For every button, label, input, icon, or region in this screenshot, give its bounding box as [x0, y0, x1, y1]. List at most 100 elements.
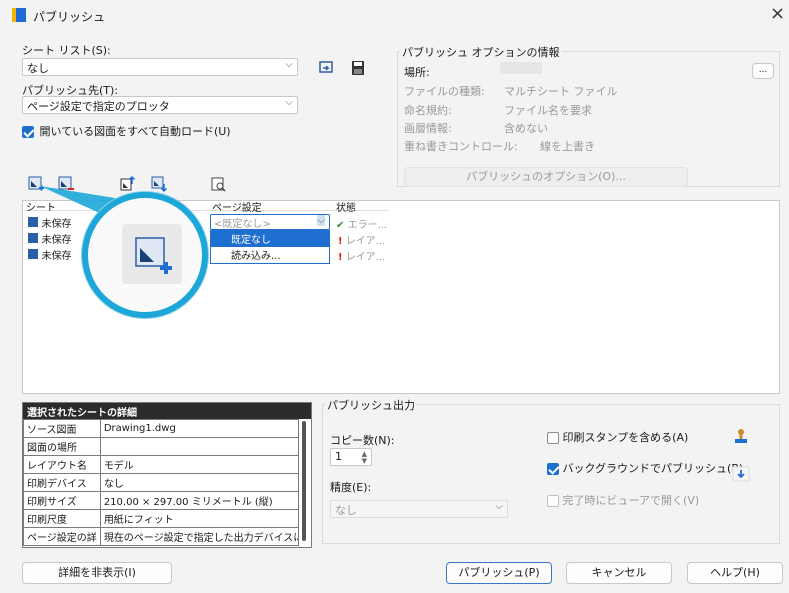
status-cell: ! レイア... — [338, 232, 385, 247]
chevron-down-icon: ⌵ — [495, 501, 503, 512]
publish-options-button[interactable]: パブリッシュのオプション(O)... — [404, 167, 688, 187]
dropdown-option[interactable]: 既定なし — [211, 231, 329, 247]
save-sheet-list-button[interactable] — [347, 57, 367, 77]
status-text: レイア... — [345, 236, 386, 247]
detail-value: 用紙にフィット — [99, 509, 300, 528]
background-publish-checkbox[interactable]: バックグラウンドでパブリッシュ(B) — [547, 460, 743, 476]
detail-value: なし — [99, 473, 300, 492]
status-cell: ✔ エラー... — [336, 216, 387, 231]
detail-label: 印刷デバイス — [23, 473, 101, 492]
save-icon — [352, 61, 364, 75]
copies-value: 1 — [335, 450, 342, 463]
naming-value: ファイル名を要求 — [504, 104, 592, 117]
background-publish-label: バックグラウンドでパブリッシュ(B) — [562, 462, 744, 475]
column-status[interactable]: 状態 — [336, 199, 356, 214]
table-row: ソース図面 Drawing1.dwg — [23, 419, 300, 438]
stamp-icon — [735, 429, 747, 443]
location-label: 場所: — [404, 66, 430, 79]
page-setup-dropdown-list: 既定なし 読み込み... — [210, 230, 330, 264]
location-value-blurred — [500, 62, 542, 74]
checkbox-checked-icon — [547, 463, 559, 475]
spinner-arrows-icon[interactable]: ▲ ▼ — [362, 451, 367, 465]
copies-label: コピー数(N): — [330, 434, 395, 447]
load-sheet-list-button[interactable] — [316, 57, 336, 77]
page-setup-value: <既定なし> — [214, 219, 271, 230]
error-icon: ! — [338, 236, 343, 247]
table-row: 印刷尺度 用紙にフィット — [23, 509, 300, 528]
detail-label: ページ設定の詳 — [23, 527, 101, 546]
sheet-list-value: なし — [27, 62, 49, 75]
detail-label: 印刷サイズ — [23, 491, 101, 510]
table-row: ページ設定の詳 現在のページ設定で指定した出力デバイスに — [23, 527, 300, 546]
include-stamp-label: 印刷スタンプを含める(A) — [562, 431, 689, 444]
detail-label: レイアウト名 — [23, 455, 101, 474]
table-row: 印刷サイズ 210.00 × 297.00 ミリメートル (縦) — [23, 491, 300, 510]
page-setup-select[interactable]: <既定なし> ⌵ — [210, 214, 330, 230]
layer-info-label: 画層情報: — [404, 122, 452, 135]
copies-spinner[interactable]: 1 ▲ ▼ — [330, 448, 372, 466]
details-panel: 選択されたシートの詳細 ソース図面 Drawing1.dwg 図面の場所 レイアウ… — [22, 402, 312, 548]
add-sheets-zoomed-button — [122, 224, 182, 284]
checkbox-icon — [547, 432, 559, 444]
checkbox-checked-icon — [22, 126, 34, 138]
precision-value: なし — [335, 504, 357, 517]
autoload-checkbox[interactable]: 開いている図面をすべて自動ロード(U) — [22, 123, 231, 139]
precision-select[interactable]: なし ⌵ — [330, 500, 508, 518]
details-scrollbar[interactable] — [302, 421, 306, 541]
table-row: レイアウト名 モデル — [23, 455, 300, 474]
status-text: エラー... — [347, 220, 388, 231]
checkbox-icon — [547, 495, 559, 507]
details-table: ソース図面 Drawing1.dwg 図面の場所 レイアウト名 モデル 印刷デバイス… — [23, 419, 300, 546]
zoom-magnifier — [82, 192, 208, 318]
merge-control-value: 線を上書き — [540, 140, 595, 153]
detail-label: 印刷尺度 — [23, 509, 101, 528]
merge-control-label: 重ね書きコントロール: — [404, 140, 518, 153]
open-viewer-label: 完了時にビューアで開く(V) — [562, 494, 700, 507]
detail-label: ソース図面 — [23, 419, 101, 438]
status-cell: ! レイア... — [338, 248, 385, 263]
help-button[interactable]: ヘルプ(H) — [687, 562, 783, 584]
sheet-list-label: シート リスト(S): — [22, 44, 111, 57]
chevron-down-icon: ⌵ — [285, 59, 293, 70]
cancel-button[interactable]: キャンセル — [566, 562, 672, 584]
dropdown-option[interactable]: 読み込み... — [211, 247, 329, 263]
detail-value: 210.00 × 297.00 ミリメートル (縦) — [99, 491, 300, 510]
chevron-down-icon: ⌵ — [317, 215, 325, 226]
background-publish-icon — [732, 466, 750, 482]
load-list-icon — [319, 61, 333, 73]
checkmark-icon: ✔ — [336, 220, 345, 231]
layer-info-value: 含めない — [504, 122, 548, 135]
table-row: 印刷デバイス なし — [23, 473, 300, 492]
publish-to-value: ページ設定で指定のプロッタ — [27, 100, 170, 113]
open-viewer-checkbox[interactable]: 完了時にビューアで開く(V) — [547, 492, 699, 508]
location-browse-button[interactable]: ... — [752, 63, 774, 79]
details-header: 選択されたシートの詳細 — [23, 403, 311, 419]
close-icon[interactable]: × — [770, 4, 785, 24]
file-type-label: ファイルの種類: — [404, 85, 485, 98]
detail-value — [99, 437, 300, 456]
hide-details-button[interactable]: 詳細を非表示(I) — [22, 562, 172, 584]
publish-app-icon — [12, 8, 26, 22]
autoload-label: 開いている図面をすべて自動ロード(U) — [39, 125, 231, 138]
background-settings-button[interactable] — [730, 463, 750, 483]
options-info-title: パブリッシュ オプションの情報 — [400, 44, 562, 60]
detail-label: 図面の場所 — [23, 437, 101, 456]
sheet-list-select[interactable]: なし ⌵ — [22, 58, 298, 76]
stamp-settings-button[interactable] — [730, 425, 750, 445]
publish-to-select[interactable]: ページ設定で指定のプロッタ ⌵ — [22, 96, 298, 114]
include-stamp-checkbox[interactable]: 印刷スタンプを含める(A) — [547, 429, 688, 445]
add-sheets-icon — [135, 237, 172, 274]
status-text: レイア... — [345, 252, 386, 263]
publish-button[interactable]: パブリッシュ(P) — [446, 562, 552, 584]
detail-value: 現在のページ設定で指定した出力デバイスに — [99, 527, 300, 546]
window-title: パブリッシュ — [33, 10, 106, 24]
table-row: 図面の場所 — [23, 437, 300, 456]
detail-value: Drawing1.dwg — [99, 419, 300, 438]
file-type-value: マルチシート ファイル — [504, 85, 618, 98]
precision-label: 精度(E): — [330, 481, 372, 494]
publish-output-title: パブリッシュ出力 — [325, 397, 417, 413]
chevron-down-icon: ⌵ — [285, 97, 293, 108]
naming-label: 命名規約: — [404, 104, 452, 117]
error-icon: ! — [338, 252, 343, 263]
detail-value: モデル — [99, 455, 300, 474]
